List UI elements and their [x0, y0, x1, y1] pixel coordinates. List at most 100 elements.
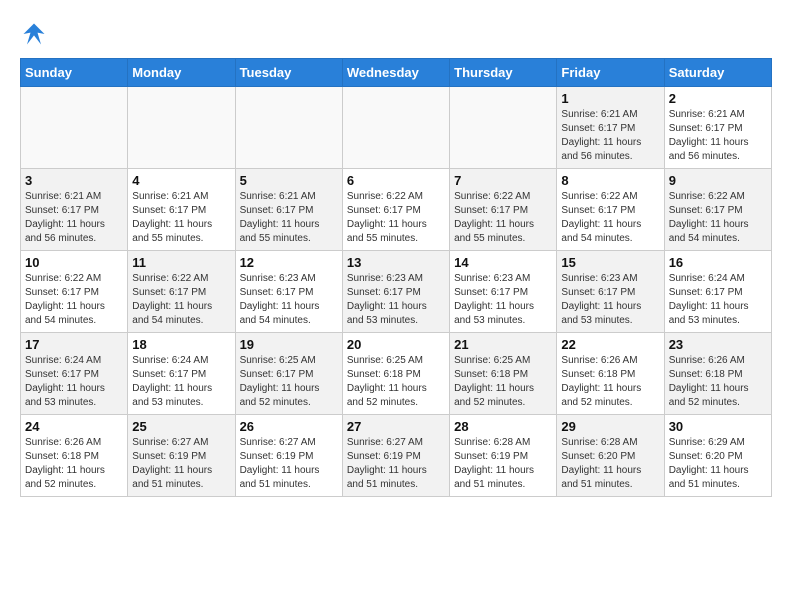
header-sunday: Sunday	[21, 59, 128, 87]
calendar-cell: 27 Sunrise: 6:27 AM Sunset: 6:19 PM Dayli…	[342, 415, 449, 497]
day-info: Sunrise: 6:25 AM Sunset: 6:17 PM Dayligh…	[240, 354, 338, 410]
day-info: Sunrise: 6:27 AM Sunset: 6:19 PM Dayligh…	[132, 436, 230, 492]
day-number: 25	[132, 419, 230, 434]
day-number: 11	[132, 255, 230, 270]
day-number: 10	[25, 255, 123, 270]
header-tuesday: Tuesday	[235, 59, 342, 87]
header-thursday: Thursday	[450, 59, 557, 87]
day-info: Sunrise: 6:22 AM Sunset: 6:17 PM Dayligh…	[454, 190, 552, 246]
day-number: 15	[561, 255, 659, 270]
day-number: 30	[669, 419, 767, 434]
calendar-cell: 8 Sunrise: 6:22 AM Sunset: 6:17 PM Daylig…	[557, 169, 664, 251]
day-info: Sunrise: 6:21 AM Sunset: 6:17 PM Dayligh…	[132, 190, 230, 246]
day-number: 16	[669, 255, 767, 270]
calendar-cell: 20Sunrise: 6:25 AM Sunset: 6:18 PM Dayli…	[342, 333, 449, 415]
header-wednesday: Wednesday	[342, 59, 449, 87]
day-info: Sunrise: 6:22 AM Sunset: 6:17 PM Dayligh…	[132, 272, 230, 328]
calendar-cell: 3 Sunrise: 6:21 AM Sunset: 6:17 PM Daylig…	[21, 169, 128, 251]
day-number: 6	[347, 173, 445, 188]
day-info: Sunrise: 6:21 AM Sunset: 6:17 PM Dayligh…	[561, 108, 659, 164]
day-number: 3	[25, 173, 123, 188]
day-info: Sunrise: 6:22 AM Sunset: 6:17 PM Dayligh…	[561, 190, 659, 246]
calendar-cell: 11 Sunrise: 6:22 AM Sunset: 6:17 PM Dayli…	[128, 251, 235, 333]
calendar-cell	[21, 87, 128, 169]
calendar-week-row: 1 Sunrise: 6:21 AM Sunset: 6:17 PM Daylig…	[21, 87, 772, 169]
day-number: 7	[454, 173, 552, 188]
day-number: 12	[240, 255, 338, 270]
calendar-cell: 24 Sunrise: 6:26 AM Sunset: 6:18 PM Dayli…	[21, 415, 128, 497]
calendar-header-row: SundayMondayTuesdayWednesdayThursdayFrid…	[21, 59, 772, 87]
calendar-cell: 4 Sunrise: 6:21 AM Sunset: 6:17 PM Daylig…	[128, 169, 235, 251]
day-number: 4	[132, 173, 230, 188]
header-monday: Monday	[128, 59, 235, 87]
calendar-cell: 15 Sunrise: 6:23 AM Sunset: 6:17 PM Dayli…	[557, 251, 664, 333]
day-info: Sunrise: 6:21 AM Sunset: 6:17 PM Dayligh…	[25, 190, 123, 246]
calendar-cell: 9 Sunrise: 6:22 AM Sunset: 6:17 PM Daylig…	[664, 169, 771, 251]
day-info: Sunrise: 6:26 AM Sunset: 6:18 PM Dayligh…	[561, 354, 659, 410]
logo-icon	[20, 20, 48, 48]
day-number: 29	[561, 419, 659, 434]
calendar-cell: 26Sunrise: 6:27 AM Sunset: 6:19 PM Dayli…	[235, 415, 342, 497]
calendar-cell: 5 Sunrise: 6:21 AM Sunset: 6:17 PM Daylig…	[235, 169, 342, 251]
calendar-cell: 25 Sunrise: 6:27 AM Sunset: 6:19 PM Dayli…	[128, 415, 235, 497]
day-info: Sunrise: 6:24 AM Sunset: 6:17 PM Dayligh…	[25, 354, 123, 410]
calendar-cell: 6 Sunrise: 6:22 AM Sunset: 6:17 PM Daylig…	[342, 169, 449, 251]
day-info: Sunrise: 6:21 AM Sunset: 6:17 PM Dayligh…	[240, 190, 338, 246]
day-number: 21	[454, 337, 552, 352]
day-number: 5	[240, 173, 338, 188]
calendar-table: SundayMondayTuesdayWednesdayThursdayFrid…	[20, 58, 772, 497]
day-info: Sunrise: 6:24 AM Sunset: 6:17 PM Dayligh…	[132, 354, 230, 410]
day-info: Sunrise: 6:26 AM Sunset: 6:18 PM Dayligh…	[669, 354, 767, 410]
day-number: 17	[25, 337, 123, 352]
day-info: Sunrise: 6:25 AM Sunset: 6:18 PM Dayligh…	[347, 354, 445, 410]
page-header	[20, 20, 772, 48]
calendar-cell	[128, 87, 235, 169]
day-info: Sunrise: 6:28 AM Sunset: 6:19 PM Dayligh…	[454, 436, 552, 492]
day-number: 23	[669, 337, 767, 352]
day-info: Sunrise: 6:29 AM Sunset: 6:20 PM Dayligh…	[669, 436, 767, 492]
calendar-cell: 12 Sunrise: 6:23 AM Sunset: 6:17 PM Dayli…	[235, 251, 342, 333]
calendar-cell: 14 Sunrise: 6:23 AM Sunset: 6:17 PM Dayli…	[450, 251, 557, 333]
calendar-week-row: 17 Sunrise: 6:24 AM Sunset: 6:17 PM Dayli…	[21, 333, 772, 415]
day-number: 1	[561, 91, 659, 106]
calendar-cell: 23 Sunrise: 6:26 AM Sunset: 6:18 PM Dayli…	[664, 333, 771, 415]
calendar-week-row: 10 Sunrise: 6:22 AM Sunset: 6:17 PM Dayli…	[21, 251, 772, 333]
calendar-cell: 2Sunrise: 6:21 AM Sunset: 6:17 PM Daylig…	[664, 87, 771, 169]
day-number: 9	[669, 173, 767, 188]
day-number: 19	[240, 337, 338, 352]
day-info: Sunrise: 6:23 AM Sunset: 6:17 PM Dayligh…	[454, 272, 552, 328]
calendar-cell: 17 Sunrise: 6:24 AM Sunset: 6:17 PM Dayli…	[21, 333, 128, 415]
day-info: Sunrise: 6:26 AM Sunset: 6:18 PM Dayligh…	[25, 436, 123, 492]
calendar-cell: 29Sunrise: 6:28 AM Sunset: 6:20 PM Dayli…	[557, 415, 664, 497]
header-saturday: Saturday	[664, 59, 771, 87]
calendar-cell: 22 Sunrise: 6:26 AM Sunset: 6:18 PM Dayli…	[557, 333, 664, 415]
day-number: 22	[561, 337, 659, 352]
day-number: 28	[454, 419, 552, 434]
calendar-week-row: 3 Sunrise: 6:21 AM Sunset: 6:17 PM Daylig…	[21, 169, 772, 251]
header-friday: Friday	[557, 59, 664, 87]
calendar-week-row: 24 Sunrise: 6:26 AM Sunset: 6:18 PM Dayli…	[21, 415, 772, 497]
day-number: 24	[25, 419, 123, 434]
calendar-cell	[342, 87, 449, 169]
day-number: 27	[347, 419, 445, 434]
day-info: Sunrise: 6:23 AM Sunset: 6:17 PM Dayligh…	[240, 272, 338, 328]
day-info: Sunrise: 6:22 AM Sunset: 6:17 PM Dayligh…	[25, 272, 123, 328]
day-number: 14	[454, 255, 552, 270]
calendar-cell: 1 Sunrise: 6:21 AM Sunset: 6:17 PM Daylig…	[557, 87, 664, 169]
calendar-cell: 19 Sunrise: 6:25 AM Sunset: 6:17 PM Dayli…	[235, 333, 342, 415]
day-info: Sunrise: 6:27 AM Sunset: 6:19 PM Dayligh…	[347, 436, 445, 492]
day-info: Sunrise: 6:27 AM Sunset: 6:19 PM Dayligh…	[240, 436, 338, 492]
day-number: 8	[561, 173, 659, 188]
day-number: 13	[347, 255, 445, 270]
calendar-cell: 28 Sunrise: 6:28 AM Sunset: 6:19 PM Dayli…	[450, 415, 557, 497]
day-number: 2	[669, 91, 767, 106]
calendar-cell: 18Sunrise: 6:24 AM Sunset: 6:17 PM Dayli…	[128, 333, 235, 415]
day-info: Sunrise: 6:24 AM Sunset: 6:17 PM Dayligh…	[669, 272, 767, 328]
calendar-cell	[450, 87, 557, 169]
calendar-cell: 13Sunrise: 6:23 AM Sunset: 6:17 PM Dayli…	[342, 251, 449, 333]
day-info: Sunrise: 6:22 AM Sunset: 6:17 PM Dayligh…	[669, 190, 767, 246]
day-info: Sunrise: 6:22 AM Sunset: 6:17 PM Dayligh…	[347, 190, 445, 246]
day-info: Sunrise: 6:23 AM Sunset: 6:17 PM Dayligh…	[561, 272, 659, 328]
calendar-cell: 21Sunrise: 6:25 AM Sunset: 6:18 PM Dayli…	[450, 333, 557, 415]
logo	[20, 20, 52, 48]
